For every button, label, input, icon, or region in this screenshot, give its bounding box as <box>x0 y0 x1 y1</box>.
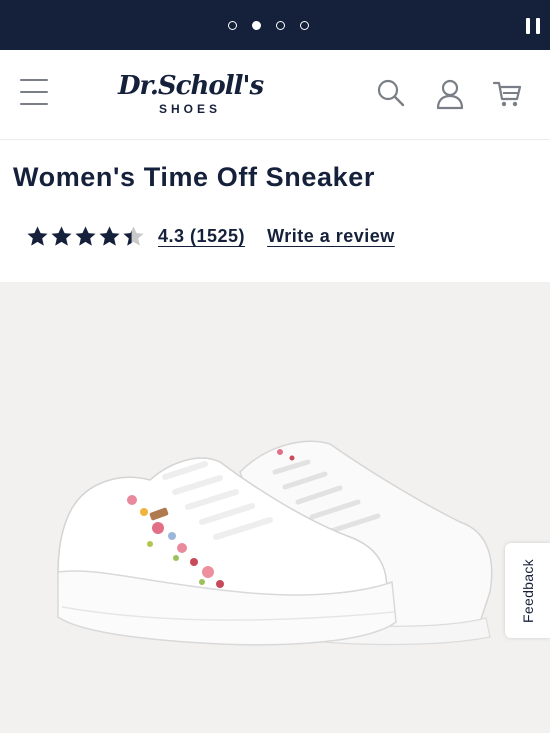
star-icon <box>51 225 72 246</box>
feedback-tab[interactable]: Feedback <box>505 543 550 638</box>
rating-summary-link[interactable]: 4.3 (1525) <box>158 226 245 247</box>
logo-main: Dr.Scholl's <box>118 71 264 101</box>
site-header: Dr.Scholl's SHOES <box>0 50 550 140</box>
write-review-link[interactable]: Write a review <box>267 226 395 247</box>
star-icon <box>99 225 120 246</box>
rating-row: 4.3 (1525) Write a review <box>26 222 395 250</box>
carousel-dot[interactable] <box>276 21 285 30</box>
account-icon[interactable] <box>435 78 465 110</box>
product-title: Women's Time Off Sneaker <box>13 162 375 192</box>
star-partial-icon <box>123 225 144 246</box>
logo[interactable]: Dr.Scholl's SHOES <box>118 71 264 118</box>
promo-bar <box>0 0 550 50</box>
star-rating <box>26 225 145 248</box>
carousel-dot[interactable] <box>228 21 237 30</box>
cart-icon[interactable] <box>492 79 522 109</box>
star-icon <box>75 225 96 246</box>
menu-icon[interactable] <box>20 79 48 105</box>
feedback-label: Feedback <box>519 558 536 623</box>
pause-icon[interactable] <box>526 18 540 34</box>
logo-sub: SHOES <box>158 102 221 116</box>
carousel-dot-active[interactable] <box>252 21 261 30</box>
star-icon <box>27 225 48 246</box>
carousel-dot[interactable] <box>300 21 309 30</box>
product-image-gallery[interactable] <box>0 282 550 733</box>
search-icon[interactable] <box>376 78 406 108</box>
product-image <box>57 440 493 646</box>
carousel-dots <box>228 21 309 30</box>
